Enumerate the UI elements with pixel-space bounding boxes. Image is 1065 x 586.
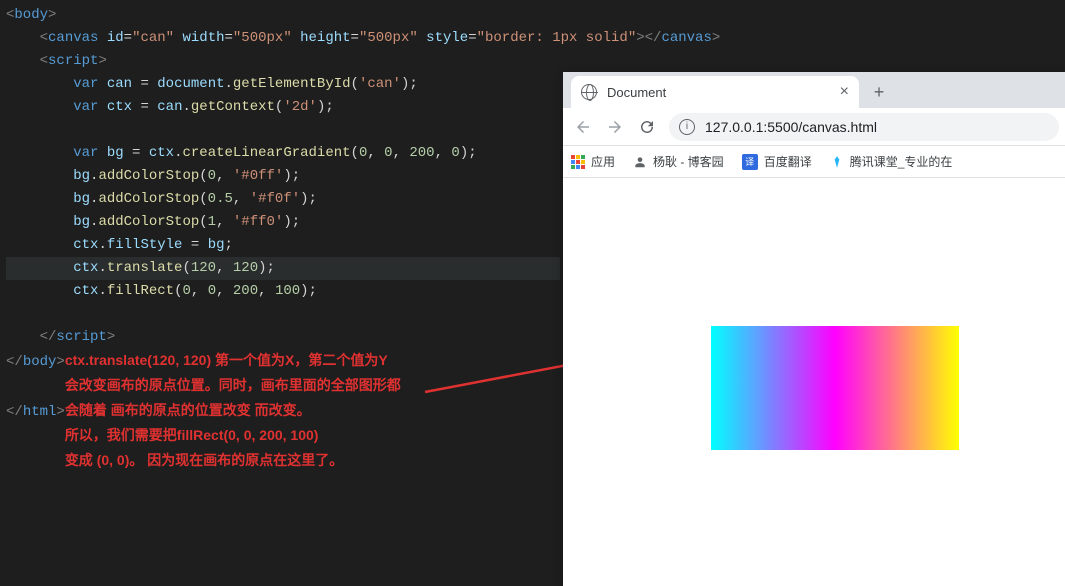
annotation-line-4: 所以，我们需要把fillRect(0, 0, 200, 100) [65,427,319,443]
browser-tab[interactable]: Document × [571,76,859,108]
globe-icon [581,84,597,100]
page-content [563,178,1065,586]
browser-window: Document × + i 127.0.0.1:5500/canvas.htm… [563,72,1065,586]
annotation-line-5: 变成 (0, 0)。 因为现在画布的原点在这里了。 [65,452,343,468]
tab-title: Document [607,85,840,100]
new-tab-button[interactable]: + [865,78,893,106]
annotation-line-2: 会改变画布的原点位置。同时，画布里面的全部图形都 [65,377,401,393]
bookmark-item[interactable]: 杨耿 - 博客园 [633,153,724,170]
close-tab-icon[interactable]: × [840,83,849,101]
apps-shortcut[interactable]: 应用 [571,153,615,170]
apps-icon [571,155,585,169]
site-info-icon[interactable]: i [679,119,695,135]
address-bar[interactable]: i 127.0.0.1:5500/canvas.html [669,113,1059,141]
diamond-icon [830,155,844,169]
forward-button[interactable] [601,113,629,141]
bookmarks-bar: 应用 杨耿 - 博客园 译 百度翻译 腾讯课堂_专业的在 [563,146,1065,178]
bookmark-item[interactable]: 腾讯课堂_专业的在 [830,153,953,170]
annotation-line-3: 会随着 画布的原点的位置改变 而改变。 [65,402,311,418]
person-icon [633,155,647,169]
code-editor: <body> <canvas id="can" width="500px" he… [0,0,560,586]
url-text: 127.0.0.1:5500/canvas.html [705,119,877,135]
back-button[interactable] [569,113,597,141]
translate-icon: 译 [742,154,758,170]
annotation-line-1: ctx.translate(120, 120) 第一个值为X，第二个值为Y [65,352,388,368]
browser-toolbar: i 127.0.0.1:5500/canvas.html [563,108,1065,146]
bookmark-item[interactable]: 译 百度翻译 [742,153,812,170]
tab-strip: Document × + [563,72,1065,108]
reload-button[interactable] [633,113,661,141]
canvas-gradient-rect [711,326,959,450]
